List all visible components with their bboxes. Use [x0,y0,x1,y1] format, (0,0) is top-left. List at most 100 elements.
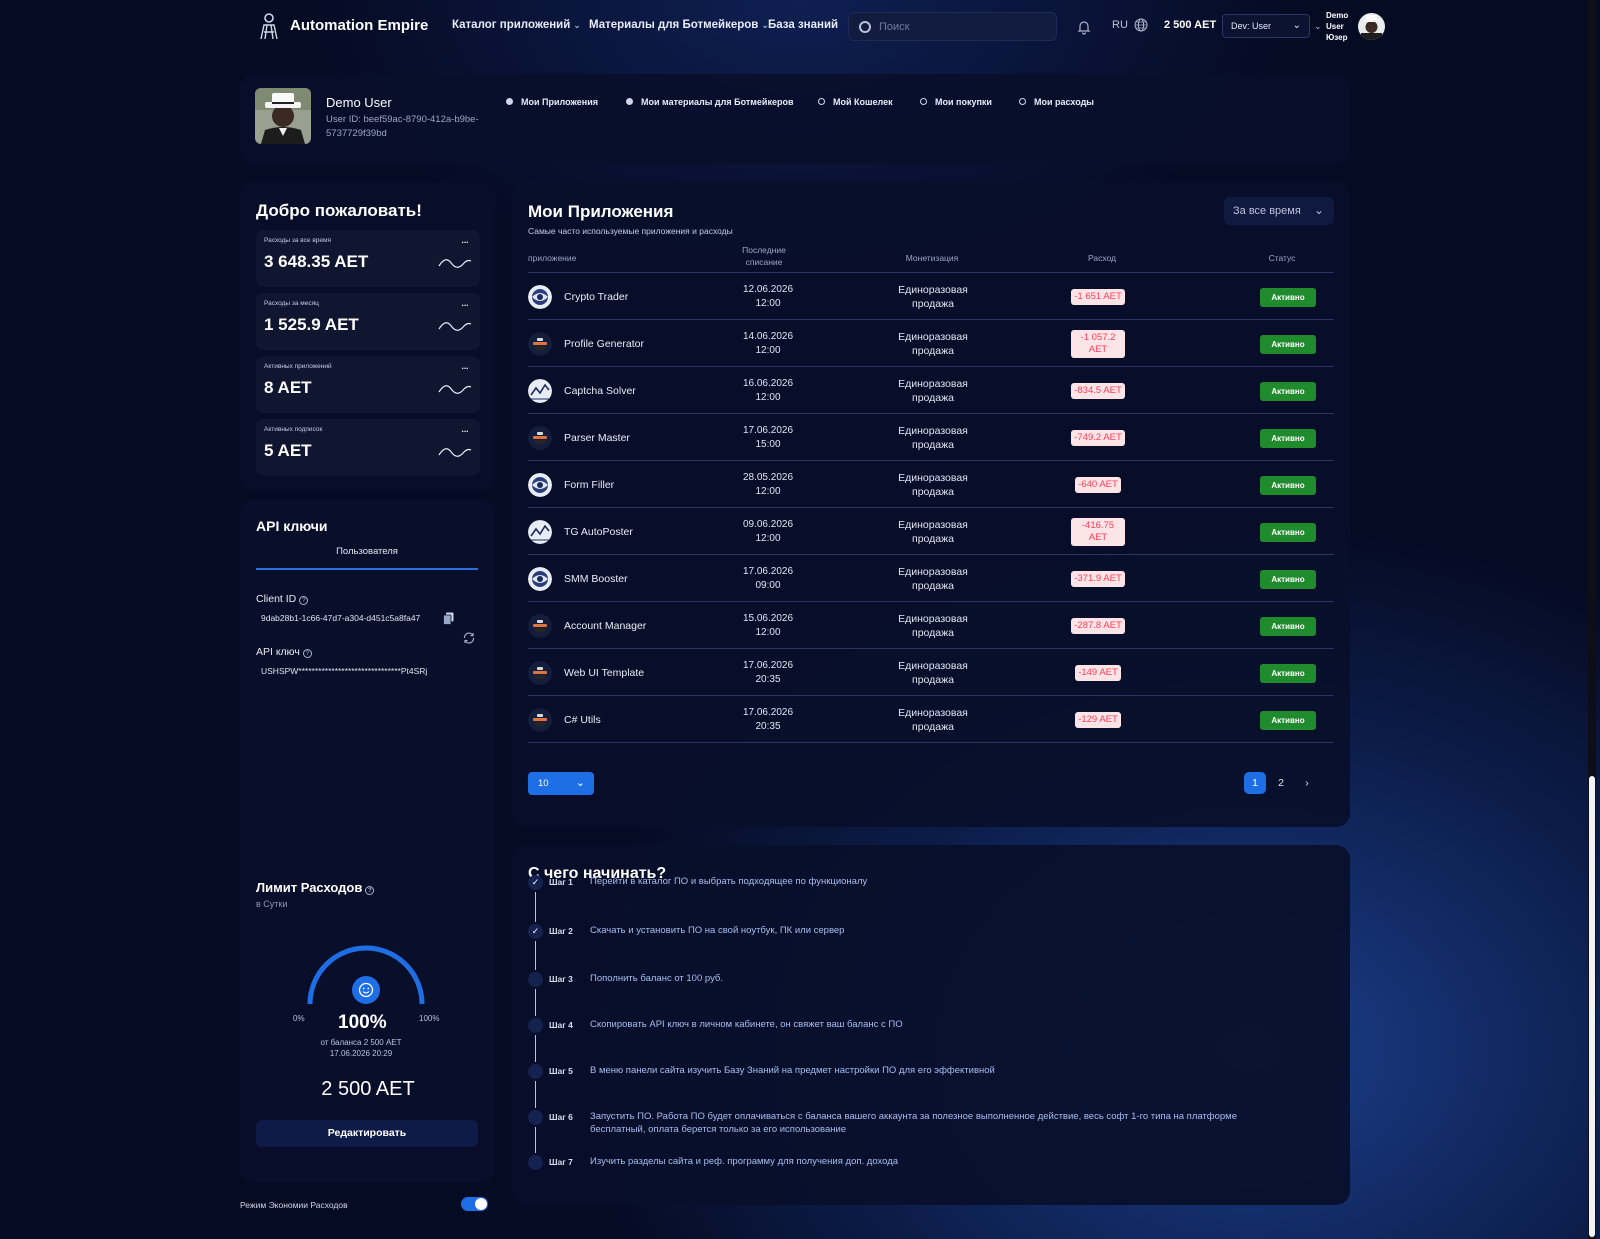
app-name-text: Web UI Template [564,667,645,679]
expense-icon [1019,98,1026,105]
app-monetization: Единоразовая продажа [898,660,968,686]
economy-mode-toggle[interactable] [461,1197,488,1211]
tab-user-keys[interactable]: Пользователя [256,546,478,570]
page-size-select[interactable]: 10 ⌄ [528,772,594,795]
app-last-charge-date: 16.06.2026 [742,378,794,389]
economy-mode-label: Режим Экономии Расходов [240,1200,348,1210]
step-label: Шаг 4 [549,1020,573,1030]
step-connector [535,941,536,970]
stat-label: Активных приложений [264,363,332,370]
avatar[interactable] [1358,13,1385,40]
sparkline-icon [438,322,472,331]
page-1-button[interactable]: 1 [1244,772,1266,794]
app-last-charge-date: 12.06.2026 [742,284,794,295]
app-logo-icon[interactable] [256,12,282,40]
app-last-charge: 16.06.2026 12:00 [728,377,808,405]
nav-knowledge-base[interactable]: База знаний [768,19,838,31]
step-label: Шаг 2 [549,926,573,936]
status-badge: Активно [1260,664,1316,683]
smiley-icon-glyph [358,982,374,998]
next-page-button[interactable]: › [1296,772,1318,794]
header-user-name[interactable]: Demo User Юзер [1326,10,1356,43]
app-name[interactable]: Captcha Solver [564,367,664,415]
app-name[interactable]: TG AutoPoster [564,508,664,556]
profile-user-id: User ID: beef59ac-8790-412a-b9be-5737729… [326,114,479,139]
app-name[interactable]: Parser Master [564,414,664,462]
profile-panel: Demo User User ID: beef59ac-8790-412a-b9… [240,74,1350,164]
app-last-charge-time: 12:00 [755,627,781,638]
stat-card-total-expenses: Расходы за все время 3 648.35 AET ... [256,230,480,287]
app-title[interactable]: Automation Empire [290,17,428,34]
role-select[interactable]: Dev: User ⌄ [1222,14,1310,38]
tab-my-wallet[interactable]: Мой Кошелек [818,97,893,107]
more-icon[interactable]: ... [461,295,469,309]
app-cost: -834.5 AET [1071,383,1125,399]
app-last-charge-date: 17.06.2026 [742,566,794,577]
app-name[interactable]: Form Filler [564,461,664,509]
bell-icon[interactable] [1076,19,1092,35]
period-select[interactable]: За все время ⌄ [1224,197,1334,225]
app-cost-cell: -834.5 AET [1058,367,1138,415]
nav-botmaker-materials[interactable]: Материалы для Ботмейкеров ⌄ [589,19,769,31]
app-cost-cell: -416.75 AET [1058,508,1138,556]
table-row[interactable]: Captcha Solver 16.06.2026 12:00 Единоразова… [528,367,1334,414]
my-apps-title: Мои Приложения [528,202,674,221]
copy-icon[interactable] [443,612,454,625]
app-cost-cell: -1 057.2 AET [1058,320,1138,368]
app-last-charge: 15.06.2026 12:00 [728,612,808,640]
search-input[interactable]: Поиск [848,12,1057,41]
tab-my-expenses[interactable]: Мои расходы [1019,97,1094,107]
bot-logo-icon [528,708,552,732]
app-cost-cell: -749.2 AET [1058,414,1138,462]
app-name[interactable]: Profile Generator [564,320,664,368]
app-name[interactable]: Account Manager [564,602,664,650]
app-last-charge-time: 12:00 [755,533,781,544]
globe-icon[interactable] [1134,18,1148,32]
app-name-text: Parser Master [564,432,630,444]
table-row[interactable]: Web UI Template 17.06.2026 20:35 Единоразов… [528,649,1334,696]
app-monetization: Единоразовая продажа [898,284,968,310]
language-switch[interactable]: RU [1112,19,1128,31]
help-icon[interactable]: ? [302,649,312,658]
refresh-icon[interactable] [462,631,476,645]
app-monetization: Единоразовая продажа [898,519,968,545]
search-icon [859,21,871,33]
page-2-button[interactable]: 2 [1270,772,1292,794]
table-row[interactable]: TG AutoPoster 09.06.2026 12:00 Единоразовая… [528,508,1334,555]
column-header-app: приложение [528,253,577,263]
app-cost-cell: -1 651 AET [1058,273,1138,321]
app-name[interactable]: C# Utils [564,696,664,744]
table-row[interactable]: Profile Generator 14.06.2026 12:00 Единораз… [528,320,1334,367]
table-row[interactable]: Account Manager 15.06.2026 12:00 Единоразов… [528,602,1334,649]
app-name[interactable]: Web UI Template [564,649,664,697]
more-icon[interactable]: ... [461,421,469,435]
table-row[interactable]: C# Utils 17.06.2026 20:35 Единоразовая прод… [528,696,1334,743]
tab-label: Мои материалы для Ботмейкеров [641,97,794,107]
page-scrollbar-thumb[interactable] [1589,776,1595,1237]
nav-app-catalog[interactable]: Каталог приложений ⌄ [452,19,581,31]
help-icon[interactable]: ? [299,596,309,605]
table-row[interactable]: SMM Booster 17.06.2026 09:00 Единоразовая п… [528,555,1334,602]
more-icon[interactable]: ... [461,358,469,372]
app-name[interactable]: SMM Booster [564,555,664,603]
step-label: Шаг 3 [549,974,573,984]
tab-my-materials[interactable]: Мои материалы для Ботмейкеров [626,97,794,107]
edit-limit-button[interactable]: Редактировать [256,1120,478,1147]
app-monetization: Единоразовая продажа [898,378,968,404]
app-last-charge: 14.06.2026 12:00 [728,330,808,358]
app-name-text: Account Manager [564,620,647,632]
table-row[interactable]: Form Filler 28.05.2026 12:00 Единоразовая п… [528,461,1334,508]
tab-my-apps[interactable]: Мои Приложения [506,97,598,107]
table-row[interactable]: Crypto Trader 12.06.2026 12:00 Единоразовая… [528,273,1334,320]
app-last-charge-time: 20:35 [755,674,781,685]
more-icon[interactable]: ... [461,232,469,246]
chevron-down-icon: ⌄ [575,777,585,789]
help-icon[interactable]: ? [365,886,375,895]
chevron-down-icon[interactable]: ⌄ [1314,21,1322,32]
app-name[interactable]: Crypto Trader [564,273,664,321]
tab-my-purchases[interactable]: Мои покупки [920,97,992,107]
table-row[interactable]: Parser Master 17.06.2026 15:00 Единоразовая… [528,414,1334,461]
gauge-note-date: 17.06.2026 20:29 [329,1049,393,1058]
smiley-icon [352,976,380,1004]
app-cost: -416.75 AET [1071,518,1125,546]
